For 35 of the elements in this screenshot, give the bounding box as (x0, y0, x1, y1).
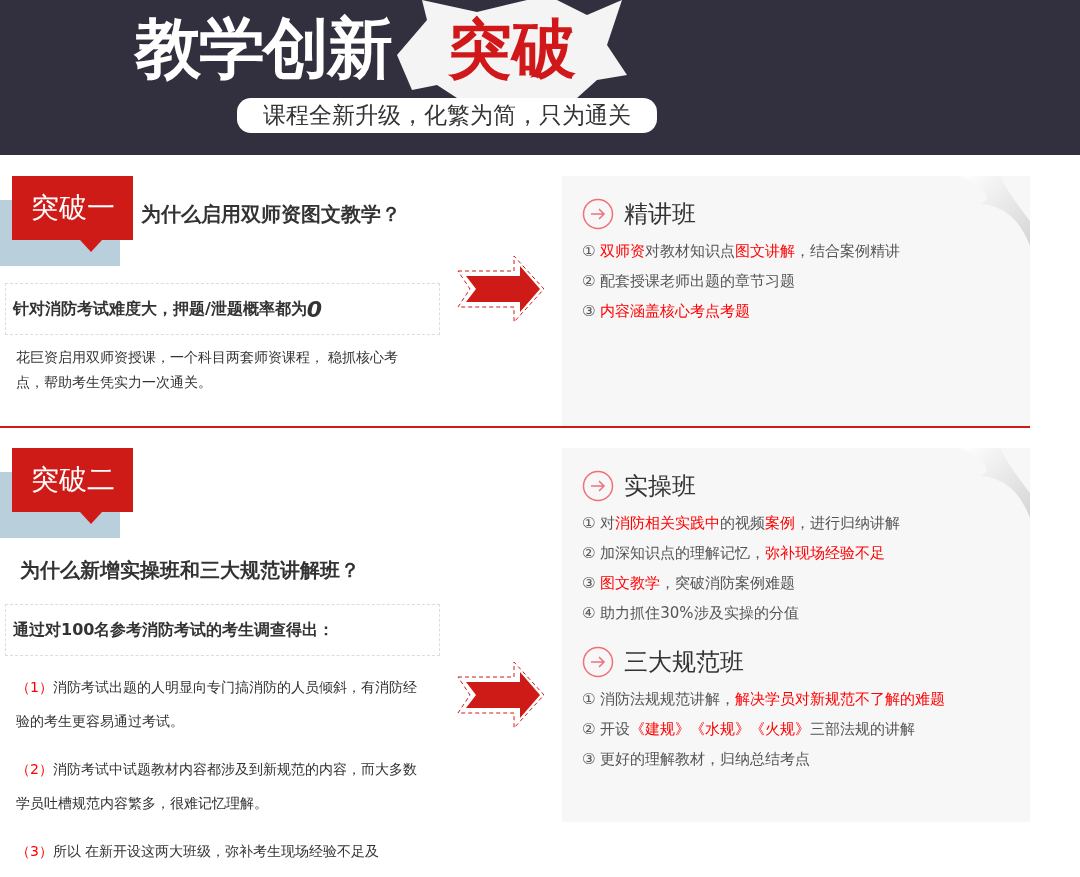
section-badge: 突破二 (12, 448, 133, 512)
banner-subtitle: 课程全新升级，化繁为简，只为通关 (237, 98, 657, 133)
body-paragraph: 花巨资启用双师资授课，一个科目两套师资课程， 稳抓核心考点，帮助考生凭实力一次通关。 (16, 348, 400, 392)
arrow-icon (456, 660, 546, 730)
body-paragraph: （2）消防考试中试题教材内容都涉及到新规范的内容，而大多数学员吐槽规范内容繁多，很难记忆理解。 (16, 760, 418, 813)
course-heading: 三大规范班 (624, 647, 744, 678)
banner-title: 教学创新 (135, 9, 391, 89)
callout-text: 通过对100名参考消防考试的考生调查得出： (5, 604, 440, 656)
course-feature: ① 消防法规规范讲解，解决学员对新规范不了解的难题 (582, 689, 947, 710)
course-feature: ① 对消防相关实践中的视频案例，进行归纳讲解 (582, 513, 902, 534)
course-heading: 实操班 (624, 471, 696, 502)
course-feature: ② 配套授课老师出题的章节习题 (582, 271, 797, 292)
course-feature: ④ 助力抓住30%涉及实操的分值 (582, 603, 800, 624)
page-curl-drawing (960, 176, 1030, 246)
badge-pointer (80, 512, 102, 524)
body-paragraph: （1）消防考试出题的人明显向专门搞消防的人员倾斜，有消防经验的考生更容易通过考试。 (16, 678, 418, 731)
course-feature: ③ 图文教学，突破消防案例难题 (582, 573, 797, 594)
course-feature: ② 开设《建规》《水规》《火规》三部法规的讲解 (582, 719, 917, 740)
course-feature: ③ 内容涵盖核心考点考题 (582, 301, 752, 322)
course-feature: ① 双师资对教材知识点图文讲解，结合案例精讲 (582, 241, 902, 262)
badge-pointer (80, 240, 102, 252)
banner-highlight: 突破 (448, 10, 576, 88)
arrow-icon (456, 254, 546, 324)
section-title: 为什么启用双师资图文教学？ (141, 201, 401, 228)
course-feature: ③ 更好的理解教材，归纳总结考点 (582, 749, 812, 770)
course-feature: ② 加深知识点的理解记忆，弥补现场经验不足 (582, 543, 887, 564)
arrow-circle-icon (582, 198, 614, 230)
page-curl-drawing (960, 448, 1030, 518)
body-paragraph: （3）所以 在新开设这两大班级，弥补考生现场经验不足及 (16, 842, 381, 861)
arrow-circle-icon (582, 646, 614, 678)
section-badge: 突破一 (12, 176, 133, 240)
course-heading: 精讲班 (624, 199, 696, 230)
arrow-circle-icon (582, 470, 614, 502)
section-title: 为什么新增实操班和三大规范讲解班？ (20, 557, 361, 584)
callout-text: 针对消防考试难度大，押题/泄题概率都为0 (5, 283, 440, 335)
